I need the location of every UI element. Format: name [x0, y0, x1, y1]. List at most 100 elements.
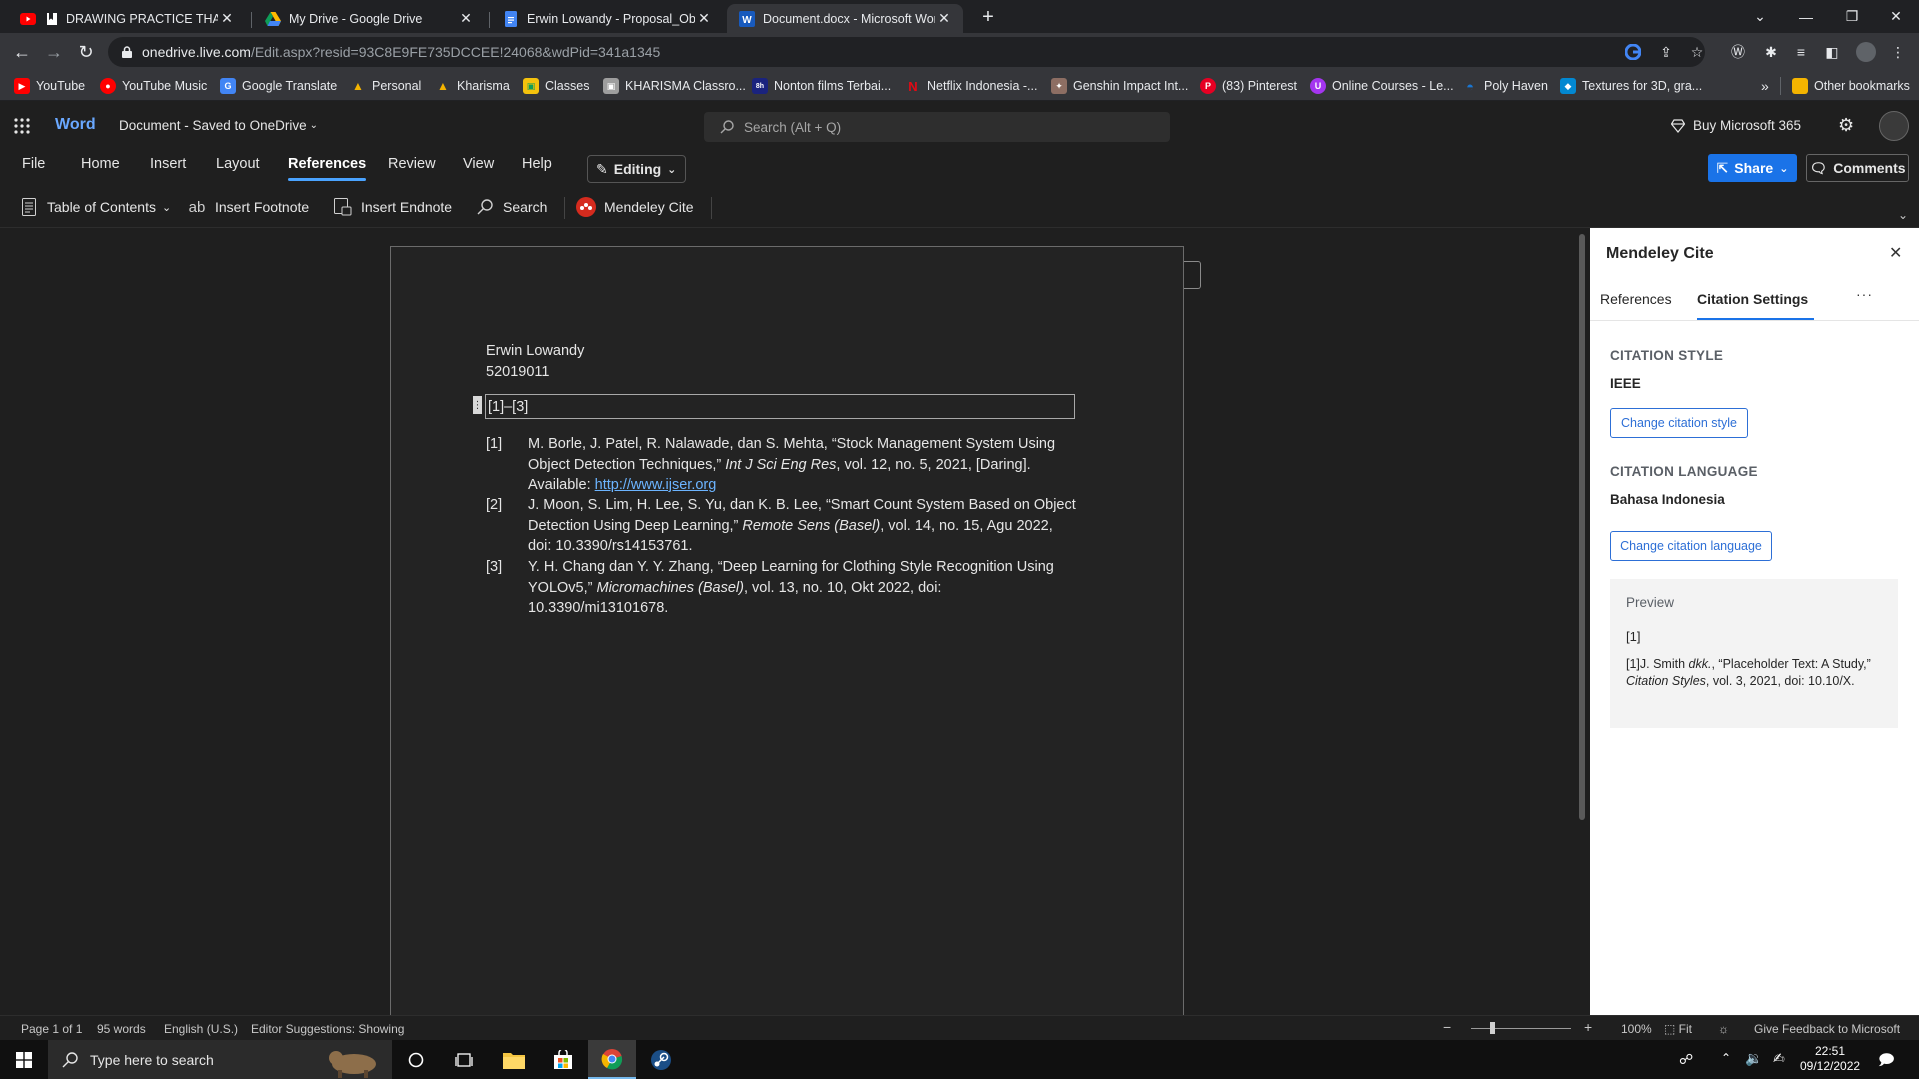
buy-microsoft-365-button[interactable]: Buy Microsoft 365 — [1671, 118, 1801, 133]
extensions-icon[interactable]: ✱ — [1762, 43, 1780, 61]
reference-link[interactable]: http://www.ijser.org — [595, 477, 717, 493]
search-input[interactable]: Search (Alt + Q) — [704, 112, 1170, 142]
people-icon[interactable]: ☍ — [1679, 1051, 1693, 1068]
bookmark-item[interactable]: ✦ Genshin Impact Int... — [1051, 76, 1188, 96]
cortana-icon[interactable] — [392, 1040, 440, 1079]
zoom-slider[interactable] — [1471, 1028, 1571, 1029]
close-icon[interactable]: ✕ — [1889, 243, 1902, 263]
app-name[interactable]: Word — [55, 116, 96, 134]
fit-button[interactable]: ⬚ Fit — [1664, 1022, 1692, 1036]
change-citation-language-button[interactable]: Change citation language — [1610, 531, 1772, 561]
steam-icon[interactable] — [637, 1040, 685, 1079]
account-avatar[interactable] — [1879, 111, 1909, 141]
bookmark-item[interactable]: ● YouTube Music — [100, 76, 207, 96]
share-button[interactable]: ⇱ Share ⌄ — [1708, 154, 1797, 182]
more-options-icon[interactable]: ··· — [1856, 286, 1873, 302]
google-icon[interactable] — [1624, 43, 1642, 61]
bookmark-item[interactable]: ▲ Kharisma — [435, 76, 510, 96]
tab-help[interactable]: Help — [522, 156, 552, 172]
zoom-in-button[interactable]: + — [1584, 1019, 1592, 1035]
insert-endnote-button[interactable]: Insert Endnote — [333, 195, 452, 219]
extension-w-icon[interactable]: Ⓦ — [1729, 43, 1747, 61]
focus-icon[interactable]: ☼ — [1718, 1022, 1729, 1036]
volume-icon[interactable]: 🔉 — [1745, 1050, 1762, 1067]
more-bookmarks-button[interactable]: » — [1761, 76, 1769, 96]
address-bar[interactable]: onedrive.live.com/Edit.aspx?resid=93C8E9… — [108, 37, 1705, 67]
bookmark-item[interactable]: 8h Nonton films Terbai... — [752, 76, 891, 96]
close-icon[interactable]: ✕ — [457, 10, 475, 27]
chrome-menu-icon[interactable]: ⋮ — [1889, 43, 1907, 61]
page-comment-tab[interactable] — [1184, 261, 1201, 289]
chrome-taskbar-icon[interactable] — [588, 1040, 636, 1079]
tab-references[interactable]: References — [1600, 291, 1672, 307]
profile-avatar[interactable] — [1856, 42, 1876, 62]
zoom-level[interactable]: 100% — [1621, 1022, 1652, 1036]
vertical-scrollbar[interactable] — [1579, 234, 1585, 820]
back-button[interactable]: ← — [7, 33, 37, 71]
gear-icon[interactable]: ⚙ — [1838, 115, 1854, 136]
zoom-out-button[interactable]: − — [1443, 1019, 1451, 1035]
reload-button[interactable]: ↻ — [71, 33, 101, 71]
editing-mode-button[interactable]: ✎ Editing ⌄ — [587, 155, 686, 183]
task-view-icon[interactable] — [440, 1040, 488, 1079]
windows-start-icon[interactable] — [0, 1040, 48, 1079]
table-of-contents-button[interactable]: Table of Contents ⌄ — [19, 195, 171, 219]
browser-tab-drive[interactable]: My Drive - Google Drive ✕ — [253, 4, 485, 33]
bookmark-star-icon[interactable]: ☆ — [1688, 43, 1706, 61]
chevron-up-icon[interactable]: ⌃ — [1721, 1051, 1731, 1065]
reference-entry[interactable]: [1] M. Borle, J. Patel, R. Nalawade, dan… — [486, 434, 1076, 496]
close-icon[interactable]: ✕ — [935, 10, 953, 27]
document-page[interactable]: Erwin Lowandy 52019011 ⋮ [1]–[3] [1] M. … — [390, 246, 1184, 1015]
mendeley-cite-button[interactable]: Mendeley Cite — [576, 195, 694, 219]
feedback-link[interactable]: Give Feedback to Microsoft — [1754, 1022, 1900, 1036]
tab-review[interactable]: Review — [388, 156, 436, 172]
document-title[interactable]: Document - Saved to OneDrive ⌄ — [119, 118, 318, 133]
restore-button[interactable]: ❐ — [1829, 0, 1875, 33]
bookmark-item[interactable]: P (83) Pinterest — [1200, 76, 1297, 96]
editor-suggestions[interactable]: Editor Suggestions: Showing — [251, 1022, 404, 1036]
pen-icon[interactable]: ✍ — [1773, 1050, 1785, 1067]
browser-tab-word[interactable]: W Document.docx - Microsoft Word ✕ — [727, 4, 963, 33]
word-count[interactable]: 95 words — [97, 1022, 146, 1036]
citation-field[interactable]: [1]–[3] — [485, 394, 1075, 419]
author-name[interactable]: Erwin Lowandy — [486, 341, 584, 362]
zoom-slider-thumb[interactable] — [1490, 1022, 1495, 1034]
microsoft-store-icon[interactable] — [539, 1040, 587, 1079]
browser-tab-youtube[interactable]: DRAWING PRACTICE THAT M ✕ — [8, 4, 246, 33]
close-window-button[interactable]: ✕ — [1873, 0, 1919, 33]
notification-icon[interactable]: 🗩 — [1878, 1050, 1895, 1075]
file-explorer-icon[interactable] — [490, 1040, 538, 1079]
bookmark-item[interactable]: ◓ Poly Haven — [1462, 76, 1548, 96]
taskbar-search-input[interactable]: Type here to search — [48, 1040, 392, 1079]
minimize-button[interactable]: — — [1783, 0, 1829, 33]
reference-entry[interactable]: [2] J. Moon, S. Lim, H. Lee, S. Yu, dan … — [486, 495, 1076, 557]
tab-citation-settings[interactable]: Citation Settings — [1697, 291, 1808, 307]
tab-references[interactable]: References — [288, 156, 367, 181]
side-panel-icon[interactable]: ◧ — [1823, 43, 1841, 61]
browser-tab-docs[interactable]: Erwin Lowandy - Proposal_Objec ✕ — [491, 4, 723, 33]
tab-home[interactable]: Home — [81, 156, 120, 172]
other-bookmarks[interactable]: Other bookmarks — [1792, 76, 1910, 96]
new-tab-button[interactable]: + — [976, 6, 1000, 30]
tab-search-icon[interactable]: ⌄ — [1737, 0, 1783, 33]
bookmark-item[interactable]: ▣ KHARISMA Classro... — [603, 76, 746, 96]
bookmark-item[interactable]: ◆ Textures for 3D, gra... — [1560, 76, 1702, 96]
bookmark-item[interactable]: N Netflix Indonesia -... — [905, 76, 1037, 96]
bookmark-item[interactable]: ▣ Classes — [523, 76, 589, 96]
search-button[interactable]: Search — [475, 195, 547, 219]
insert-footnote-button[interactable]: ab Insert Footnote — [187, 195, 310, 219]
bookmark-item[interactable]: ▲ Personal — [350, 76, 421, 96]
tab-layout[interactable]: Layout — [216, 156, 260, 172]
reference-entry[interactable]: [3] Y. H. Chang dan Y. Y. Zhang, “Deep L… — [486, 557, 1076, 619]
close-icon[interactable]: ✕ — [695, 10, 713, 27]
student-id[interactable]: 52019011 — [486, 362, 549, 383]
forward-button[interactable]: → — [39, 33, 69, 71]
tab-insert[interactable]: Insert — [150, 156, 186, 172]
bookmark-item[interactable]: ▶ YouTube — [14, 76, 85, 96]
change-citation-style-button[interactable]: Change citation style — [1610, 408, 1748, 438]
bookmark-item[interactable]: G Google Translate — [220, 76, 337, 96]
expand-ribbon-icon[interactable]: ⌄ — [1898, 208, 1908, 222]
bookmark-item[interactable]: U Online Courses - Le... — [1310, 76, 1454, 96]
language-status[interactable]: English (U.S.) — [164, 1022, 238, 1036]
tab-file[interactable]: File — [22, 156, 45, 172]
